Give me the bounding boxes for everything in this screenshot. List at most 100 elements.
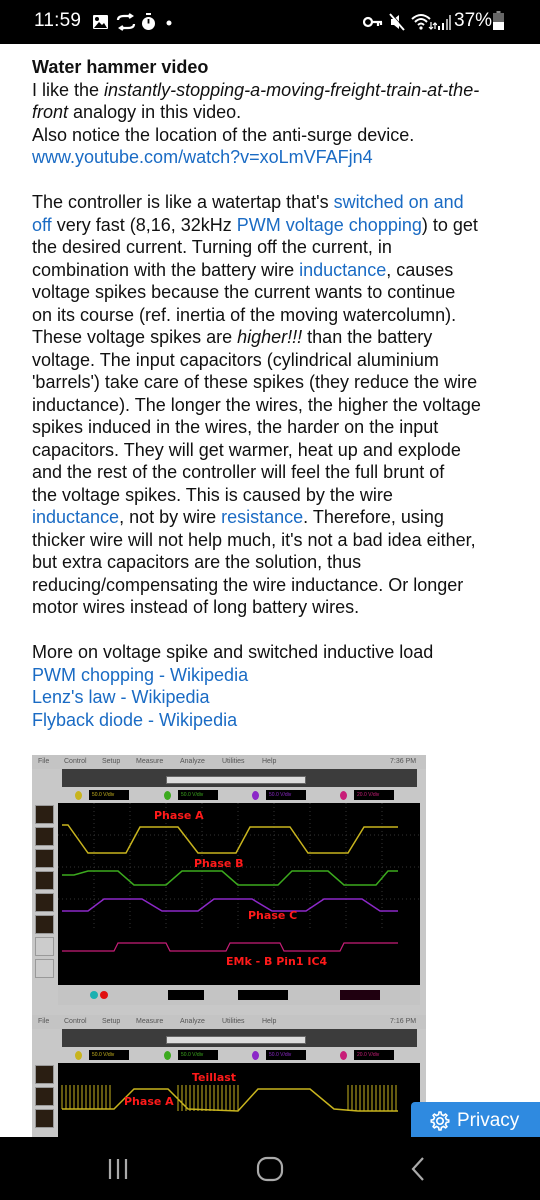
- switched-on-off-link[interactable]: off: [32, 215, 52, 235]
- channel-2-scale: 50.0 V/div: [178, 790, 218, 800]
- channel-3-scale: 50.0 V/div: [266, 1050, 306, 1060]
- text: the voltage spikes. This is caused by th…: [32, 484, 393, 505]
- delay-box: [238, 990, 288, 1000]
- label-teillast: Teillast: [192, 1071, 237, 1084]
- scope-side-button: [35, 959, 54, 978]
- scope-menubar-2: File Control Setup Measure Analyze Utili…: [32, 1015, 426, 1029]
- trigger-box: [340, 990, 380, 1000]
- stopwatch-icon: [142, 13, 155, 30]
- waveform-traces-bottom: [61, 1085, 398, 1112]
- time-slider: [166, 776, 306, 784]
- scope-side-button: [35, 805, 54, 824]
- lenz-law-wikipedia-link[interactable]: Lenz's law - Wikipedia: [32, 686, 522, 709]
- menu-item: Setup: [102, 758, 121, 765]
- privacy-label: Privacy: [457, 1110, 520, 1131]
- menu-item: Help: [262, 758, 277, 765]
- navigation-bar: [0, 1137, 540, 1200]
- pwm-chopping-wikipedia-link[interactable]: PWM chopping - Wikipedia: [32, 664, 522, 687]
- text: spikes induced in the wires, the harder …: [32, 417, 439, 437]
- trace-phase-a: [62, 824, 398, 854]
- dot-icon: [166, 20, 172, 26]
- switched-on-off-link[interactable]: switched on and: [334, 192, 464, 212]
- text: thicker wire will not help much, it's no…: [32, 529, 476, 550]
- menu-item: Control: [64, 1018, 87, 1025]
- scope-screen-top: Phase A Phase B: [58, 803, 420, 931]
- text: These voltage spikes are: [32, 327, 238, 347]
- scope-side-button: [35, 1065, 54, 1084]
- back-icon[interactable]: [408, 1155, 428, 1183]
- text: , causes: [386, 259, 454, 280]
- channel-dot: [75, 1051, 82, 1060]
- run-indicator: [90, 991, 98, 999]
- recent-apps-icon[interactable]: [106, 1155, 130, 1183]
- text: motor wires instead of long battery wire…: [32, 597, 360, 617]
- scope-side-button: [35, 893, 54, 912]
- stop-indicator: [100, 991, 108, 999]
- status-bar: 11:59 37%: [0, 0, 540, 44]
- status-time: 11:59: [34, 10, 82, 31]
- resistance-link[interactable]: resistance: [221, 507, 303, 527]
- label-phase-a-bottom: Phase A: [124, 1095, 174, 1108]
- menu-item: File: [38, 1018, 50, 1025]
- label-emk: EMk - B Pin1 IC4: [226, 955, 328, 968]
- channel-dot: [340, 791, 347, 800]
- text: but extra capacitors are the solution, t…: [32, 552, 362, 572]
- text: 'barrels') take care of these spikes (th…: [32, 372, 478, 392]
- channel-3-scale: 50.0 V/div: [266, 790, 306, 800]
- scope-side-button: [35, 937, 54, 956]
- sync-icon: [116, 13, 136, 31]
- scope-side-button: [35, 1109, 54, 1128]
- privacy-button[interactable]: Privacy: [411, 1102, 540, 1140]
- menu-item: Utilities: [222, 1018, 245, 1025]
- scope-side-button: [35, 871, 54, 890]
- flyback-diode-wikipedia-link[interactable]: Flyback diode - Wikipedia: [32, 709, 522, 732]
- trace-pwm-phase-a: [61, 1085, 397, 1111]
- channel-1-scale: 50.0 V/div: [89, 1050, 129, 1060]
- italic-text: instantly-stopping-a-moving-freight-trai…: [104, 79, 480, 100]
- label-phase-a: Phase A: [154, 809, 204, 822]
- more-links-section: More on voltage spike and switched induc…: [32, 641, 522, 731]
- scope-screen-bottom: Teillast Phase A: [58, 1063, 420, 1140]
- scope-side-button: [35, 915, 54, 934]
- text: on its course (ref. inertia of the movin…: [32, 304, 457, 325]
- text: voltage. The input capacitors (cylindric…: [32, 349, 439, 370]
- battery-percent: 37%: [454, 10, 493, 31]
- gallery-icon: [93, 15, 108, 29]
- channel-dot: [340, 1051, 347, 1060]
- clock: 7:16 PM: [390, 1018, 417, 1025]
- text: reducing/compensating the wire inductanc…: [32, 574, 464, 595]
- channel-4-scale: 20.0 V/div: [354, 790, 394, 800]
- text: voltage spikes because the current wants…: [32, 282, 456, 302]
- text: inductance). The longer the wires, the h…: [32, 394, 481, 415]
- trace-phase-c: [62, 898, 398, 912]
- youtube-video-link[interactable]: www.youtube.com/watch?v=xoLmVFAFjn4: [32, 146, 522, 169]
- inductance-link[interactable]: inductance: [32, 507, 119, 527]
- channel-dot: [252, 1051, 259, 1060]
- label-phase-c: Phase C: [248, 909, 298, 922]
- scope-side-button: [35, 827, 54, 846]
- channel-dot: [164, 1051, 171, 1060]
- clock: 7:36 PM: [390, 758, 417, 765]
- time-slider-2: [166, 1036, 306, 1044]
- text: very fast (8,16, 32kHz: [51, 214, 237, 235]
- inductance-link[interactable]: inductance: [299, 260, 386, 280]
- text: The controller is like a watertap that's: [32, 192, 334, 212]
- section-title: Water hammer video: [32, 57, 209, 77]
- text: capacitors. They will get warmer, heat u…: [32, 439, 461, 460]
- article-content: Water hammer video I like the instantly-…: [32, 56, 522, 754]
- channel-4-scale: 20.0 V/div: [354, 1050, 394, 1060]
- scope-bottom-controls: [58, 985, 420, 1005]
- label-phase-b: Phase B: [194, 857, 244, 870]
- home-icon[interactable]: [255, 1155, 285, 1183]
- italic-text: front: [32, 102, 69, 122]
- oscilloscope-image: File Control Setup Measure Analyze Utili…: [32, 755, 426, 1140]
- text: Also notice the location of the anti-sur…: [32, 124, 415, 145]
- scope-side-button: [35, 849, 54, 868]
- menu-item: Analyze: [180, 1018, 205, 1025]
- channel-2-scale: 50.0 V/div: [178, 1050, 218, 1060]
- menu-item: File: [38, 758, 50, 765]
- pwm-voltage-chopping-link[interactable]: PWM voltage chopping: [237, 215, 422, 235]
- signal-icon: [438, 15, 451, 30]
- trace-phase-b: [62, 870, 398, 886]
- trace-emk: [62, 942, 398, 952]
